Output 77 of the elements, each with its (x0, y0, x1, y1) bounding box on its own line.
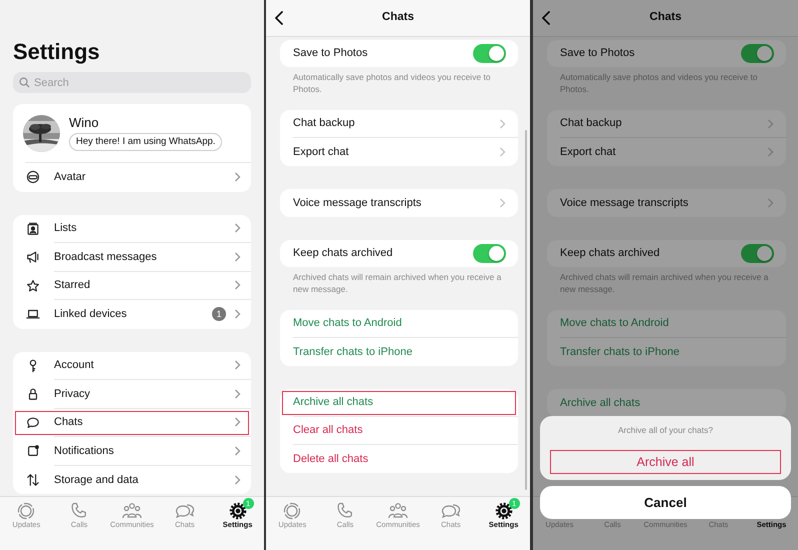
setting-note: Automatically save photos and videos you receive to Photos. (559, 71, 759, 95)
setting-label[interactable]: Archive all chats (293, 394, 374, 411)
setting-label[interactable]: Export chat (560, 144, 616, 160)
chevron-icon (499, 118, 506, 128)
status-ring-icon (282, 502, 302, 520)
chevron-icon (234, 360, 241, 370)
chevron-icon (234, 474, 241, 485)
chevron-icon (767, 118, 774, 128)
chevron-icon (767, 198, 774, 208)
toggle-switch[interactable] (473, 244, 506, 263)
screen-title: Settings (13, 40, 101, 64)
people-group-icon (388, 502, 408, 520)
setting-label[interactable]: Save to Photos (560, 45, 635, 62)
toggle-switch[interactable] (741, 44, 774, 63)
laptop-icon (26, 307, 40, 322)
cancel-button[interactable]: Cancel (540, 486, 791, 519)
setting-label[interactable]: Account (54, 357, 94, 374)
sheet-message: Archive all of your chats? (617, 424, 714, 437)
setting-note: Automatically save photos and videos you receive to Photos. (292, 71, 492, 95)
contact-card-icon (26, 222, 40, 236)
setting-label[interactable]: Privacy (54, 386, 90, 402)
chevron-icon (234, 172, 241, 182)
lock-icon (26, 387, 40, 402)
setting-label[interactable]: Keep chats archived (560, 245, 660, 262)
up-down-arrows-icon (26, 472, 40, 487)
chevron-icon (234, 223, 241, 234)
chevron-icon (499, 147, 506, 157)
setting-note: Archived chats will remain archived when you receive a new message. (559, 271, 770, 295)
setting-label[interactable]: Keep chats archived (293, 245, 393, 262)
search-icon (19, 77, 30, 88)
setting-label[interactable]: Export chat (293, 144, 349, 160)
status-ring-icon (16, 502, 36, 520)
status-bubble: Hey there! I am using WhatsApp. (69, 132, 222, 152)
setting-label[interactable]: Voice message transcripts (293, 194, 422, 212)
toggle-switch[interactable] (741, 244, 774, 263)
setting-label[interactable]: Save to Photos (293, 45, 368, 62)
star-icon (26, 278, 40, 293)
setting-label[interactable]: Avatar (54, 169, 86, 186)
screen-title: Chats (648, 10, 682, 26)
avatar-icon (26, 170, 40, 184)
count-badge: 1 (212, 307, 226, 322)
toggle-switch[interactable] (473, 44, 506, 63)
setting-label[interactable]: Chat backup (293, 115, 355, 132)
chevron-icon (767, 147, 774, 157)
setting-label[interactable]: Clear all chats (293, 422, 363, 439)
chevron-icon (234, 280, 241, 290)
setting-note: Archived chats will remain archived when you receive a new message. (292, 271, 502, 295)
setting-label[interactable]: Voice message transcripts (560, 194, 688, 212)
chevron-icon (234, 309, 241, 320)
megaphone-icon (26, 250, 40, 264)
chevron-icon (234, 252, 241, 262)
setting-label[interactable]: Linked devices (54, 306, 127, 322)
setting-label[interactable]: Broadcast messages (54, 248, 157, 265)
back-icon[interactable] (274, 11, 284, 25)
setting-label[interactable]: Delete all chats (293, 450, 368, 468)
chat-bubble-icon (26, 416, 40, 430)
search-field[interactable]: Search (13, 72, 251, 93)
setting-label[interactable]: Chat backup (560, 115, 622, 132)
setting-label[interactable]: Chats (54, 414, 83, 430)
setting-label[interactable]: Transfer chats to iPhone (293, 344, 412, 360)
profile-name: Wino (69, 114, 100, 130)
notification-icon (26, 444, 40, 458)
setting-label[interactable]: Storage and data (54, 472, 138, 488)
screen-title: Chats (381, 10, 415, 26)
archive-all-button[interactable]: Archive all (550, 450, 781, 474)
back-icon[interactable] (541, 11, 551, 25)
chevron-icon (499, 198, 506, 208)
setting-label[interactable]: Lists (54, 220, 77, 236)
people-group-icon (122, 502, 142, 520)
chevron-icon (234, 388, 241, 399)
chevron-icon (234, 446, 241, 456)
chevron-icon (234, 417, 241, 428)
chat-bubbles-icon (440, 502, 461, 520)
setting-label[interactable]: Notifications (54, 442, 114, 459)
setting-label[interactable]: Move chats to Android (293, 315, 402, 332)
setting-label[interactable]: Starred (54, 277, 90, 294)
chat-bubbles-icon (174, 502, 195, 520)
